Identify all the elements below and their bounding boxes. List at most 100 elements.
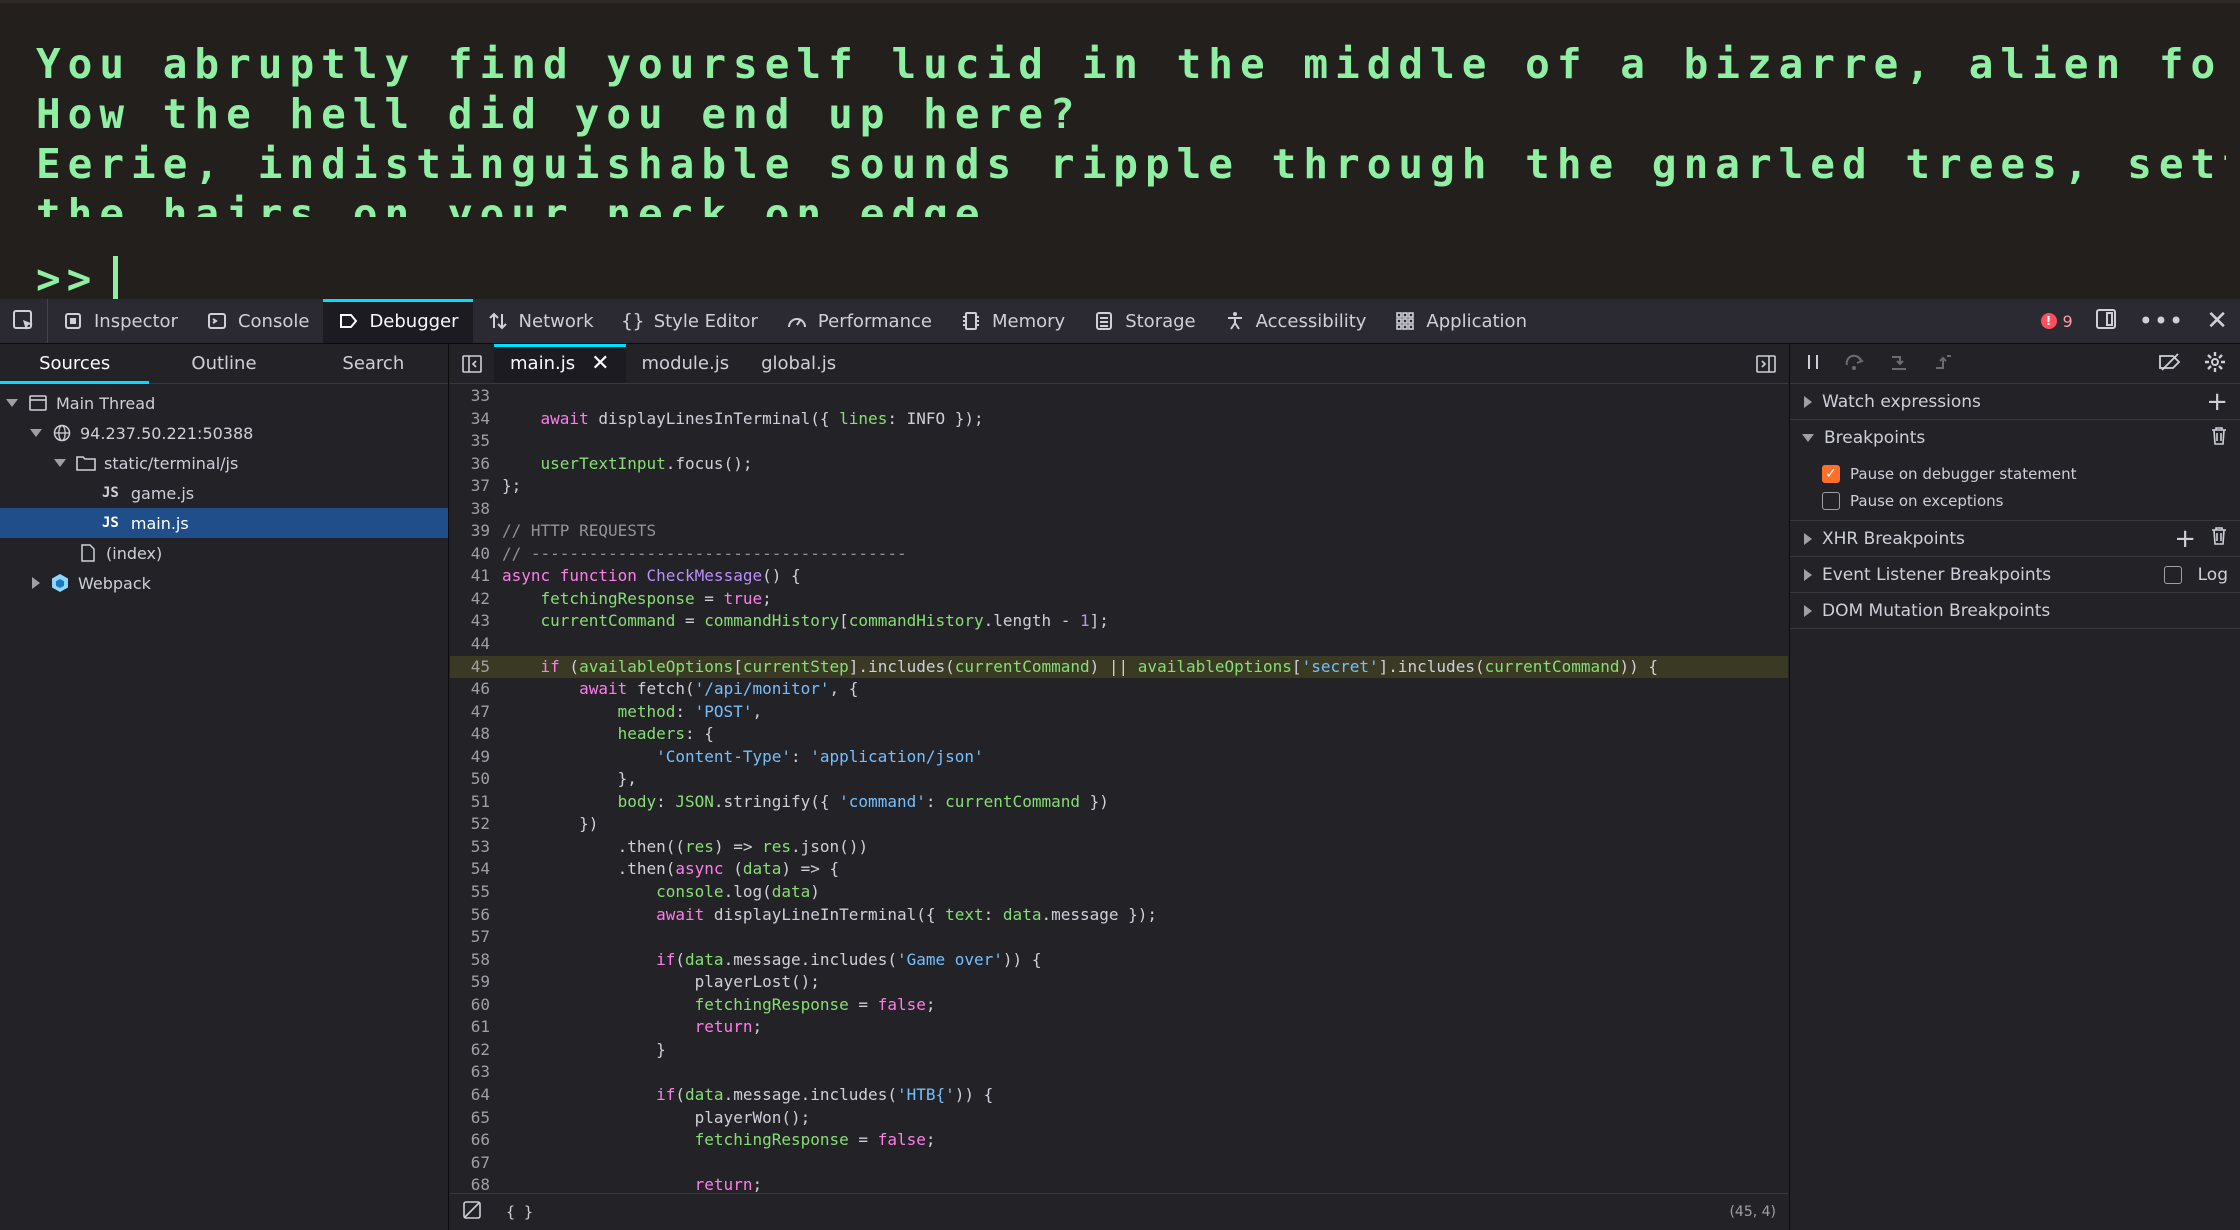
code-line[interactable]: 57 bbox=[450, 926, 1788, 949]
step-over-icon[interactable] bbox=[1844, 353, 1866, 375]
code-line[interactable]: 68 return; bbox=[450, 1174, 1788, 1193]
code-line[interactable]: 54 .then(async (data) => { bbox=[450, 858, 1788, 881]
code-line[interactable]: 41async function CheckMessage() { bbox=[450, 565, 1788, 588]
tab-style-editor[interactable]: {} Style Editor bbox=[608, 299, 772, 343]
log-option[interactable]: Log bbox=[2164, 565, 2228, 585]
code-line[interactable]: 64 if(data.message.includes('HTB{')) { bbox=[450, 1084, 1788, 1107]
code-line[interactable]: 56 await displayLineInTerminal({ text: d… bbox=[450, 904, 1788, 927]
editor-tab-main-js[interactable]: main.js ✕ bbox=[494, 344, 626, 383]
tree-node-folder[interactable]: static/terminal/js bbox=[0, 448, 448, 478]
tab-performance[interactable]: Performance bbox=[772, 299, 946, 343]
editor-tab-module-js[interactable]: module.js bbox=[626, 344, 746, 383]
code-line[interactable]: 65 playerWon(); bbox=[450, 1107, 1788, 1130]
trash-icon[interactable] bbox=[2210, 526, 2228, 551]
pause-on-exceptions-option[interactable]: Pause on exceptions bbox=[1790, 487, 2240, 514]
editor-tab-label: global.js bbox=[761, 353, 836, 374]
code-line[interactable]: 39// HTTP REQUESTS bbox=[450, 520, 1788, 543]
trash-icon[interactable] bbox=[2210, 426, 2228, 451]
code-line[interactable]: 46 await fetch('/api/monitor', { bbox=[450, 678, 1788, 701]
responsive-design-icon[interactable] bbox=[2095, 308, 2117, 334]
breakpoints-header[interactable]: Breakpoints bbox=[1790, 420, 2240, 456]
code-line[interactable]: 61 return; bbox=[450, 1016, 1788, 1039]
dom-mutation-breakpoints-header[interactable]: DOM Mutation Breakpoints bbox=[1790, 593, 2240, 629]
toggle-right-pane-button[interactable] bbox=[1744, 344, 1788, 383]
close-icon[interactable]: ✕ bbox=[2206, 306, 2228, 336]
code-line[interactable]: 37}; bbox=[450, 475, 1788, 498]
xhr-breakpoints-header[interactable]: XHR Breakpoints + bbox=[1790, 521, 2240, 557]
tab-console[interactable]: Console bbox=[192, 299, 323, 343]
code-line[interactable]: 48 headers: { bbox=[450, 723, 1788, 746]
tab-application[interactable]: Application bbox=[1380, 299, 1541, 343]
code-line[interactable]: 40// -----------------------------------… bbox=[450, 543, 1788, 566]
tree-node-host[interactable]: 94.237.50.221:50388 bbox=[0, 418, 448, 448]
code-line[interactable]: 34 await displayLinesInTerminal({ lines:… bbox=[450, 408, 1788, 431]
code-line[interactable]: 53 .then((res) => res.json()) bbox=[450, 836, 1788, 859]
paused-code-line[interactable]: 45 if (availableOptions[currentStep].inc… bbox=[450, 656, 1788, 679]
code-line[interactable]: 43 currentCommand = commandHistory[comma… bbox=[450, 610, 1788, 633]
element-picker-button[interactable] bbox=[0, 299, 48, 343]
checkbox-checked[interactable]: ✓ bbox=[1822, 465, 1840, 483]
code-line[interactable]: 49 'Content-Type': 'application/json' bbox=[450, 746, 1788, 769]
subtab-sources[interactable]: Sources bbox=[0, 344, 149, 383]
editor-tab-global-js[interactable]: global.js bbox=[745, 344, 852, 383]
code-line[interactable]: 58 if(data.message.includes('Game over')… bbox=[450, 949, 1788, 972]
terminal-input-row[interactable]: >> bbox=[36, 253, 118, 299]
terminal-caret[interactable] bbox=[113, 256, 118, 299]
braces-icon: {} bbox=[622, 310, 644, 332]
tab-memory[interactable]: Memory bbox=[946, 299, 1079, 343]
blackbox-icon[interactable] bbox=[462, 1200, 482, 1224]
code-line[interactable]: 66 fetchingResponse = false; bbox=[450, 1129, 1788, 1152]
code-line[interactable]: 47 method: 'POST', bbox=[450, 701, 1788, 724]
code-line[interactable]: 67 bbox=[450, 1152, 1788, 1175]
tree-node-webpack[interactable]: Webpack bbox=[0, 568, 448, 598]
event-listener-breakpoints-header[interactable]: Event Listener Breakpoints Log bbox=[1790, 557, 2240, 593]
code-line[interactable]: 36 userTextInput.focus(); bbox=[450, 453, 1788, 476]
tab-network[interactable]: Network bbox=[473, 299, 608, 343]
code-view[interactable]: 33 34 await displayLinesInTerminal({ lin… bbox=[450, 385, 1788, 1193]
code-line[interactable]: 55 console.log(data) bbox=[450, 881, 1788, 904]
toggle-sources-pane-button[interactable] bbox=[450, 344, 494, 383]
tab-inspector[interactable]: Inspector bbox=[48, 299, 192, 343]
code-line[interactable]: 50 }, bbox=[450, 768, 1788, 791]
pretty-print-button[interactable]: { } bbox=[506, 1203, 533, 1221]
code-line[interactable]: 52 }) bbox=[450, 813, 1788, 836]
add-xhr-icon[interactable]: + bbox=[2174, 524, 2196, 554]
more-options-icon[interactable]: ••• bbox=[2139, 307, 2184, 335]
tab-label: Network bbox=[519, 311, 594, 332]
subtab-search[interactable]: Search bbox=[299, 344, 448, 383]
tab-storage[interactable]: Storage bbox=[1079, 299, 1209, 343]
settings-gear-icon[interactable] bbox=[2204, 351, 2226, 377]
code-line[interactable]: 60 fetchingResponse = false; bbox=[450, 994, 1788, 1017]
tree-node-main-thread[interactable]: Main Thread bbox=[0, 388, 448, 418]
checkbox-unchecked[interactable] bbox=[1822, 492, 1840, 510]
pause-icon[interactable] bbox=[1804, 353, 1822, 375]
tree-label: Main Thread bbox=[56, 394, 155, 413]
option-label: Pause on debugger statement bbox=[1850, 465, 2077, 483]
code-line[interactable]: 38 bbox=[450, 498, 1788, 521]
toolbar-right-controls: ! 9 ••• ✕ bbox=[2041, 299, 2240, 343]
close-tab-icon[interactable]: ✕ bbox=[591, 353, 609, 375]
step-out-icon[interactable] bbox=[1932, 353, 1954, 375]
code-line[interactable]: 44 bbox=[450, 633, 1788, 656]
code-line[interactable]: 35 bbox=[450, 430, 1788, 453]
code-line[interactable]: 51 body: JSON.stringify({ 'command': cur… bbox=[450, 791, 1788, 814]
error-count-badge[interactable]: ! 9 bbox=[2041, 312, 2073, 331]
tree-node-game-js[interactable]: JS game.js bbox=[0, 478, 448, 508]
subtab-outline[interactable]: Outline bbox=[149, 344, 298, 383]
code-line[interactable]: 42 fetchingResponse = true; bbox=[450, 588, 1788, 611]
tab-debugger[interactable]: Debugger bbox=[323, 299, 472, 343]
tree-node-main-js[interactable]: JS main.js bbox=[0, 508, 448, 538]
code-line[interactable]: 63 bbox=[450, 1061, 1788, 1084]
tree-node-index[interactable]: (index) bbox=[0, 538, 448, 568]
deactivate-breakpoints-icon[interactable] bbox=[2158, 353, 2182, 375]
step-in-icon[interactable] bbox=[1888, 353, 1910, 375]
pause-on-debugger-option[interactable]: ✓ Pause on debugger statement bbox=[1790, 460, 2240, 487]
code-line[interactable]: 62 } bbox=[450, 1039, 1788, 1062]
tab-accessibility[interactable]: Accessibility bbox=[1210, 299, 1381, 343]
code-line[interactable]: 59 playerLost(); bbox=[450, 971, 1788, 994]
add-watch-icon[interactable]: + bbox=[2206, 387, 2228, 417]
watch-expressions-header[interactable]: Watch expressions + bbox=[1790, 384, 2240, 420]
checkbox-unchecked[interactable] bbox=[2164, 566, 2182, 584]
code-line[interactable]: 33 bbox=[450, 385, 1788, 408]
collapsed-arrow-icon bbox=[1804, 569, 1812, 581]
